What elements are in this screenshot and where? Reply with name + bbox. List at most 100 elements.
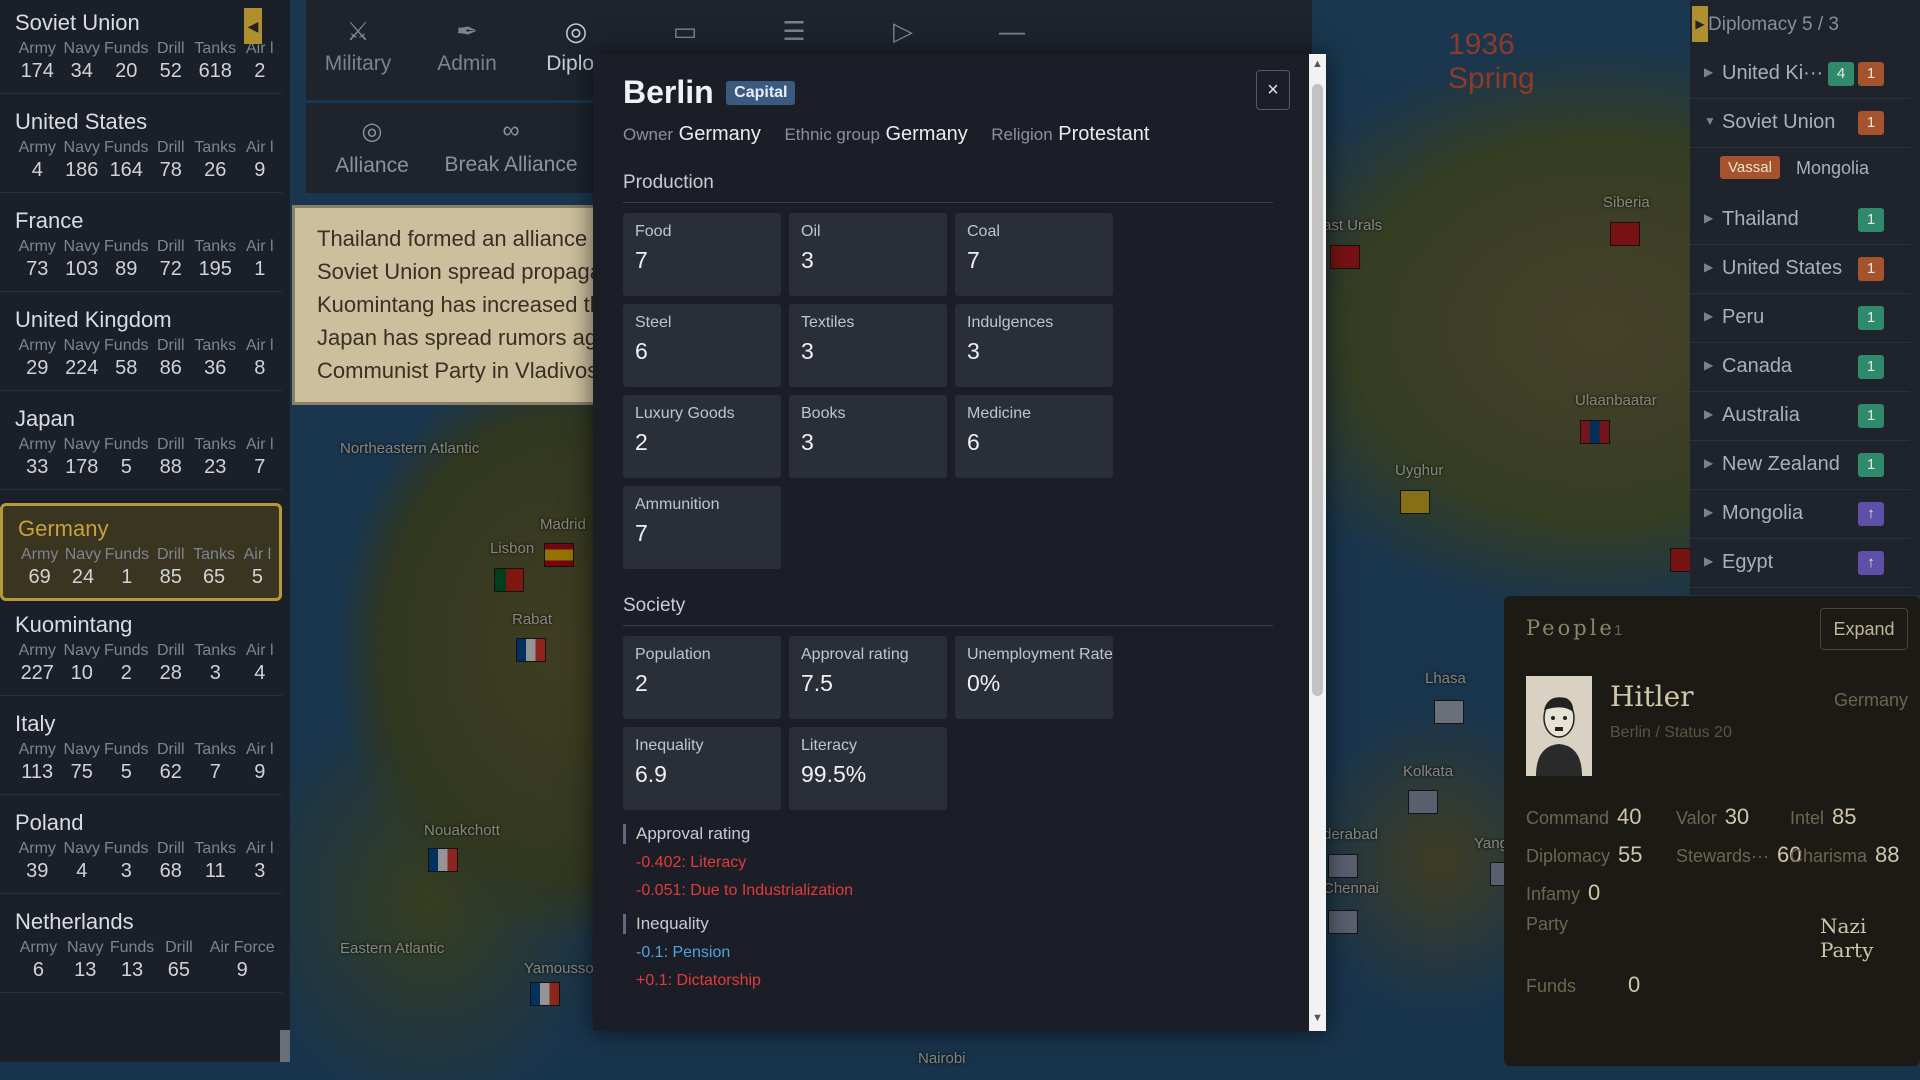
stat-value: 62 bbox=[159, 761, 182, 783]
person-stat: Command 40 bbox=[1526, 804, 1642, 830]
stat-label: Tanks bbox=[194, 238, 237, 255]
country-row[interactable]: Soviet Union Army 174 Navy 34 Funds 20 Drill 52 T… bbox=[0, 0, 282, 94]
diplomacy-row[interactable]: ▶ Australia 1 bbox=[1690, 392, 1910, 441]
diplomacy-row[interactable]: ▶ United States 1 bbox=[1690, 245, 1910, 294]
relation-badge: 1 bbox=[1858, 404, 1884, 428]
country-stats: Army 174 Navy 34 Funds 20 Drill 52 Tanks 618 Air l… bbox=[15, 40, 282, 83]
stat-value: 4 bbox=[76, 860, 88, 882]
diplomacy-row[interactable]: ▶ Thailand 1 bbox=[1690, 196, 1910, 245]
expand-button[interactable]: Expand bbox=[1820, 608, 1908, 650]
stat-label: Tanks bbox=[194, 40, 237, 57]
country-name: United Kingdom bbox=[15, 307, 172, 332]
country-row[interactable]: Kuomintang Army 227 Navy 10 Funds 2 Drill 28 Tank… bbox=[0, 602, 282, 696]
expand-arrow-icon[interactable]: ▶ bbox=[1692, 6, 1708, 42]
caret-right-icon[interactable]: ▶ bbox=[1704, 505, 1713, 519]
diplomacy-row[interactable]: ▼ Soviet Union 1 bbox=[1690, 99, 1910, 148]
country-stats: Army 227 Navy 10 Funds 2 Drill 28 Tanks 3 Air l 4 bbox=[15, 642, 282, 685]
stat-tanks: Tanks 36 bbox=[193, 337, 238, 380]
person-stat-label: Valor bbox=[1676, 808, 1717, 828]
scroll-down-icon[interactable]: ▼ bbox=[1312, 1012, 1323, 1024]
country-row[interactable]: Japan Army 33 Navy 178 Funds 5 Drill 88 Tanks 23 Ai… bbox=[0, 396, 282, 490]
stat-value: 20 bbox=[115, 60, 138, 82]
diplomacy-row[interactable]: ▶ Egypt ↑ bbox=[1690, 539, 1910, 588]
country-list-scrollbar[interactable] bbox=[280, 1030, 290, 1062]
scroll-up-icon[interactable]: ▲ bbox=[1312, 58, 1323, 70]
news-item[interactable]: Communist Party in Vladivosto bbox=[317, 354, 599, 387]
stat-label: Army bbox=[18, 840, 56, 857]
stat-value: 1 bbox=[254, 258, 266, 280]
diplomacy-row[interactable]: ▶ Canada 1 bbox=[1690, 343, 1910, 392]
stat-label: Tanks bbox=[194, 436, 237, 453]
diplomacy-header[interactable]: ▶ Diplomacy 5 / 3 bbox=[1690, 0, 1920, 48]
caret-right-icon[interactable]: ▶ bbox=[1704, 65, 1713, 79]
country-row[interactable]: Poland Army 39 Navy 4 Funds 3 Drill 68 Tanks 11 Air… bbox=[0, 800, 282, 894]
tab-admin[interactable]: ✒ Admin bbox=[415, 0, 519, 100]
person-stat-value: 85 bbox=[1832, 804, 1857, 829]
vassal-name[interactable]: Mongolia bbox=[1796, 158, 1869, 179]
subtab-break-alliance[interactable]: ∞ Break Alliance bbox=[436, 103, 586, 193]
stat-card-label: Food bbox=[635, 223, 672, 240]
tab-military[interactable]: ⚔ Military bbox=[306, 0, 410, 100]
diplomacy-row[interactable]: ▶ New Zealand 1 bbox=[1690, 441, 1910, 490]
stat-air: Air l 1 bbox=[238, 238, 283, 281]
caret-down-icon[interactable]: ▼ bbox=[1704, 114, 1716, 128]
stat-army: Army 6 bbox=[15, 939, 62, 982]
effect-line: -0.402: Literacy bbox=[636, 854, 747, 871]
news-item[interactable]: Kuomintang has increased the bbox=[317, 288, 599, 321]
close-button[interactable]: × bbox=[1256, 70, 1290, 110]
stat-air: Air l 9 bbox=[238, 139, 283, 182]
stat-tanks: Tanks 7 bbox=[193, 741, 238, 784]
stat-label: Air l bbox=[245, 642, 274, 659]
stat-label: Funds bbox=[104, 642, 149, 659]
stat-value: 8 bbox=[254, 357, 266, 379]
news-item[interactable]: Thailand formed an alliance w bbox=[317, 222, 599, 255]
sliders-icon: ☰ bbox=[782, 16, 806, 46]
stat-label: Drill bbox=[156, 139, 185, 156]
caret-right-icon[interactable]: ▶ bbox=[1704, 407, 1713, 421]
stat-value: 28 bbox=[159, 662, 182, 684]
stat-label: Army bbox=[20, 546, 59, 563]
person-stat-value: 88 bbox=[1875, 842, 1900, 867]
effect-line: -0.1: Pension bbox=[636, 944, 731, 961]
caret-right-icon[interactable]: ▶ bbox=[1704, 456, 1713, 470]
subtab-alliance[interactable]: ◎ Alliance bbox=[324, 103, 420, 193]
capital-badge: Capital bbox=[726, 81, 796, 105]
production-grid: Food 7 Oil 3 Coal 7 Steel 6 Textiles 3 Indulgences… bbox=[623, 213, 1273, 569]
country-row[interactable]: Germany Army 69 Navy 24 Funds 1 Drill 85 Tanks 65 A… bbox=[0, 503, 282, 601]
stat-value: 164 bbox=[109, 159, 143, 181]
country-row[interactable]: Italy Army 113 Navy 75 Funds 5 Drill 62 Tanks 7 Air… bbox=[0, 701, 282, 795]
stat-card: Oil 3 bbox=[789, 213, 947, 296]
diplomacy-row[interactable]: ▶ Mongolia ↑ bbox=[1690, 490, 1910, 539]
diplomacy-row[interactable]: ▶ United Ki··· 4 1 bbox=[1690, 50, 1910, 99]
country-row[interactable]: United Kingdom Army 29 Navy 224 Funds 58 Drill 8… bbox=[0, 297, 282, 391]
stat-drill: Drill 62 bbox=[149, 741, 194, 784]
caret-right-icon[interactable]: ▶ bbox=[1704, 260, 1713, 274]
stat-value: 5 bbox=[120, 761, 132, 783]
party-label: Party bbox=[1526, 914, 1569, 934]
stat-label: Navy bbox=[63, 40, 100, 57]
stat-label: Drill bbox=[165, 939, 193, 956]
news-item[interactable]: Soviet Union spread propagan bbox=[317, 255, 599, 288]
diplomacy-country: Egypt bbox=[1722, 551, 1774, 573]
diplomacy-panel: ▶ Diplomacy 5 / 3 Vassal Mongolia ▶ Unite… bbox=[1690, 0, 1920, 595]
stat-label: Funds bbox=[109, 939, 155, 956]
modal-scrollbar[interactable]: ▲ ▼ bbox=[1309, 54, 1326, 1031]
country-row[interactable]: France Army 73 Navy 103 Funds 89 Drill 72 Tanks 19… bbox=[0, 198, 282, 292]
production-heading: Production bbox=[623, 172, 1273, 203]
scroll-thumb[interactable] bbox=[1312, 84, 1323, 696]
caret-right-icon[interactable]: ▶ bbox=[1704, 554, 1713, 568]
country-row[interactable]: United States Army 4 Navy 186 Funds 164 Drill 78… bbox=[0, 99, 282, 193]
stat-value: 4 bbox=[31, 159, 43, 181]
collapse-list-button[interactable]: ◀ bbox=[244, 8, 262, 44]
caret-right-icon[interactable]: ▶ bbox=[1704, 211, 1713, 225]
stat-funds: Funds 58 bbox=[104, 337, 149, 380]
people-panel: People 1 Expand Hitler Germany Berlin / … bbox=[1504, 596, 1920, 1066]
caret-right-icon[interactable]: ▶ bbox=[1704, 358, 1713, 372]
stat-label: Army bbox=[18, 238, 56, 255]
stat-value: 7 bbox=[254, 456, 266, 478]
news-item[interactable]: Japan has spread rumors agair bbox=[317, 321, 599, 354]
diplomacy-row[interactable]: ▶ Peru 1 bbox=[1690, 294, 1910, 343]
stat-card: Coal 7 bbox=[955, 213, 1113, 296]
caret-right-icon[interactable]: ▶ bbox=[1704, 309, 1713, 323]
country-row[interactable]: Netherlands Army 6 Navy 13 Funds 13 Drill 65 Air … bbox=[0, 899, 282, 993]
